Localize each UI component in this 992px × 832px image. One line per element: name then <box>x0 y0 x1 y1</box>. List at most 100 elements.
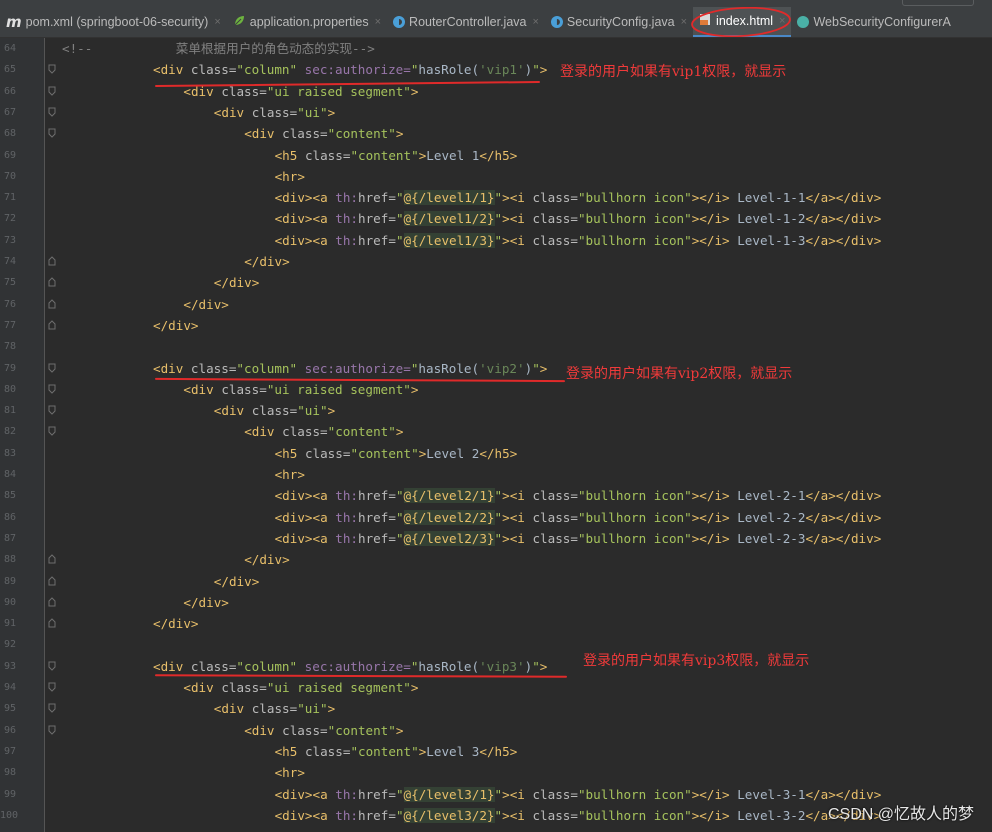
code-text: <!-- 菜单根据用户的角色动态的实现--> <box>62 41 375 56</box>
code-text: <div><a th:href="@{/level1/2}"><i class=… <box>274 211 882 227</box>
code-line[interactable]: 93 <div class="column" sec:authorize="has… <box>0 656 992 677</box>
interface-icon <box>797 16 810 28</box>
fold-close-icon[interactable] <box>48 320 56 330</box>
tab-security-config[interactable]: SecurityConfig.java × <box>545 7 693 37</box>
fold-open-icon[interactable] <box>48 86 56 96</box>
line-number: 80 <box>3 383 16 395</box>
fold-close-icon[interactable] <box>48 575 56 586</box>
line-number: 86 <box>3 511 16 523</box>
tab-application-properties[interactable]: application.properties × <box>227 7 387 37</box>
code-line[interactable]: 83 <h5 class="content">Level 2</h5> <box>0 443 992 464</box>
code-line[interactable]: 72 <div><a th:href="@{/level1/2}"><i clas… <box>0 208 992 229</box>
code-line[interactable]: 70 <hr> <box>0 166 992 187</box>
line-number: 97 <box>3 745 16 757</box>
fold-open-icon[interactable] <box>48 725 56 735</box>
tab-index-html[interactable]: index.html × <box>691 7 792 37</box>
code-line[interactable]: 76 </div> <box>0 294 992 315</box>
line-number: 69 <box>3 149 16 161</box>
line-number: 83 <box>3 447 16 459</box>
code-line[interactable]: 88 </div> <box>0 549 992 570</box>
fold-open-icon[interactable] <box>48 405 56 415</box>
fold-open-icon[interactable] <box>48 661 56 671</box>
code-line[interactable]: 69 <h5 class="content">Level 1</h5> <box>0 145 992 166</box>
code-line[interactable]: 98 <hr> <box>0 762 992 783</box>
code-line[interactable]: 81 <div class="ui"> <box>0 400 992 421</box>
tab-pom-xml[interactable]: m pom.xml (springboot-06-security) × <box>0 7 227 37</box>
fold-close-icon[interactable] <box>48 298 56 309</box>
close-icon[interactable]: × <box>681 16 687 28</box>
code-line[interactable]: 75 </div> <box>0 272 992 293</box>
line-number: 95 <box>3 703 16 715</box>
code-text: <div class="ui"> <box>213 104 336 120</box>
code-line[interactable]: 78 <box>0 336 992 357</box>
code-line[interactable]: 84 <hr> <box>0 464 992 485</box>
fold-open-icon[interactable] <box>48 128 56 138</box>
code-line[interactable]: 92 <box>0 634 992 655</box>
code-text: <div class="column" sec:authorize="hasRo… <box>153 360 548 376</box>
fold-close-icon[interactable] <box>48 597 56 607</box>
fold-close-icon[interactable] <box>48 277 56 287</box>
tab-label: RouterController.java <box>409 15 527 29</box>
code-line[interactable]: 86 <div><a th:href="@{/level2/2}"><i clas… <box>0 507 992 528</box>
tab-router-controller[interactable]: RouterController.java × <box>387 7 545 37</box>
code-line[interactable]: 64 <!-- 菜单根据用户的角色动态的实现--> <box>0 38 992 59</box>
fold-open-icon[interactable] <box>48 682 56 692</box>
code-line[interactable]: 97 <h5 class="content">Level 3</h5> <box>0 741 992 762</box>
code-line[interactable]: 87 <div><a th:href="@{/level2/3}"><i clas… <box>0 528 992 549</box>
code-line[interactable]: 65 <div class="column" sec:authorize="has… <box>0 59 992 80</box>
circle-annotation <box>691 7 791 37</box>
code-line[interactable]: 91 </div> <box>0 613 992 634</box>
close-icon[interactable]: × <box>532 16 538 28</box>
code-text: <div class="ui"> <box>213 403 336 419</box>
line-number: 79 <box>3 362 16 374</box>
fold-close-icon[interactable] <box>48 256 56 266</box>
code-text: <div class="ui"> <box>213 701 336 717</box>
code-line[interactable]: 95 <div class="ui"> <box>0 698 992 719</box>
code-line[interactable]: 67 <div class="ui"> <box>0 102 992 123</box>
code-line[interactable]: 66 <div class="ui raised segment"> <box>0 81 992 102</box>
tab-label: SecurityConfig.java <box>566 15 675 29</box>
fold-open-icon[interactable] <box>48 384 56 394</box>
toolbar-edge <box>902 0 974 6</box>
fold-open-icon[interactable] <box>48 426 56 437</box>
code-line[interactable]: 96 <div class="content"> <box>0 720 992 741</box>
line-number: 65 <box>3 64 16 76</box>
fold-close-icon[interactable] <box>48 618 56 628</box>
code-line[interactable]: 71 <div><a th:href="@{/level1/1}"><i clas… <box>0 187 992 208</box>
line-number: 78 <box>3 341 16 353</box>
code-line[interactable]: 80 <div class="ui raised segment"> <box>0 379 992 400</box>
line-number: 74 <box>3 256 16 267</box>
code-line[interactable]: 68 <div class="content"> <box>0 123 992 144</box>
line-number: 72 <box>3 213 16 225</box>
code-line[interactable]: 90 </div> <box>0 592 992 613</box>
fold-open-icon[interactable] <box>48 107 56 117</box>
code-text: </div> <box>153 317 199 333</box>
code-text: <div><a th:href="@{/level2/1}"><i class=… <box>274 488 882 504</box>
line-number: 64 <box>3 43 16 54</box>
code-text: <div class="content"> <box>244 424 404 440</box>
code-line[interactable]: 82 <div class="content"> <box>0 421 992 442</box>
code-text: <div><a th:href="@{/level1/3}"><i class=… <box>274 232 882 248</box>
code-line[interactable]: 74 </div> <box>0 251 992 272</box>
code-text: <h5 class="content">Level 1</h5> <box>274 147 518 163</box>
fold-open-icon[interactable] <box>48 703 56 714</box>
code-line[interactable]: 77 </div> <box>0 315 992 336</box>
code-line[interactable]: 94 <div class="ui raised segment"> <box>0 677 992 698</box>
line-number: 66 <box>3 85 16 97</box>
close-icon[interactable]: × <box>214 16 220 28</box>
fold-open-icon[interactable] <box>48 363 56 373</box>
line-number: 96 <box>3 724 16 736</box>
code-text: <h5 class="content">Level 2</h5> <box>274 445 518 461</box>
code-line[interactable]: 79 <div class="column" sec:authorize="has… <box>0 358 992 379</box>
fold-close-icon[interactable] <box>48 554 56 564</box>
maven-icon: m <box>6 13 22 31</box>
code-line[interactable]: 85 <div><a th:href="@{/level2/1}"><i clas… <box>0 485 992 506</box>
spring-leaf-icon <box>233 14 246 30</box>
code-line[interactable]: 89 </div> <box>0 571 992 592</box>
code-editor[interactable]: 64 <!-- 菜单根据用户的角色动态的实现--> 65 <div class="co… <box>0 38 992 832</box>
fold-open-icon[interactable] <box>48 64 56 75</box>
tab-web-security-configurer[interactable]: WebSecurityConfigurerA <box>791 7 956 37</box>
line-number: 87 <box>3 532 16 544</box>
code-line[interactable]: 73 <div><a th:href="@{/level1/3}"><i clas… <box>0 230 992 251</box>
close-icon[interactable]: × <box>375 16 381 28</box>
